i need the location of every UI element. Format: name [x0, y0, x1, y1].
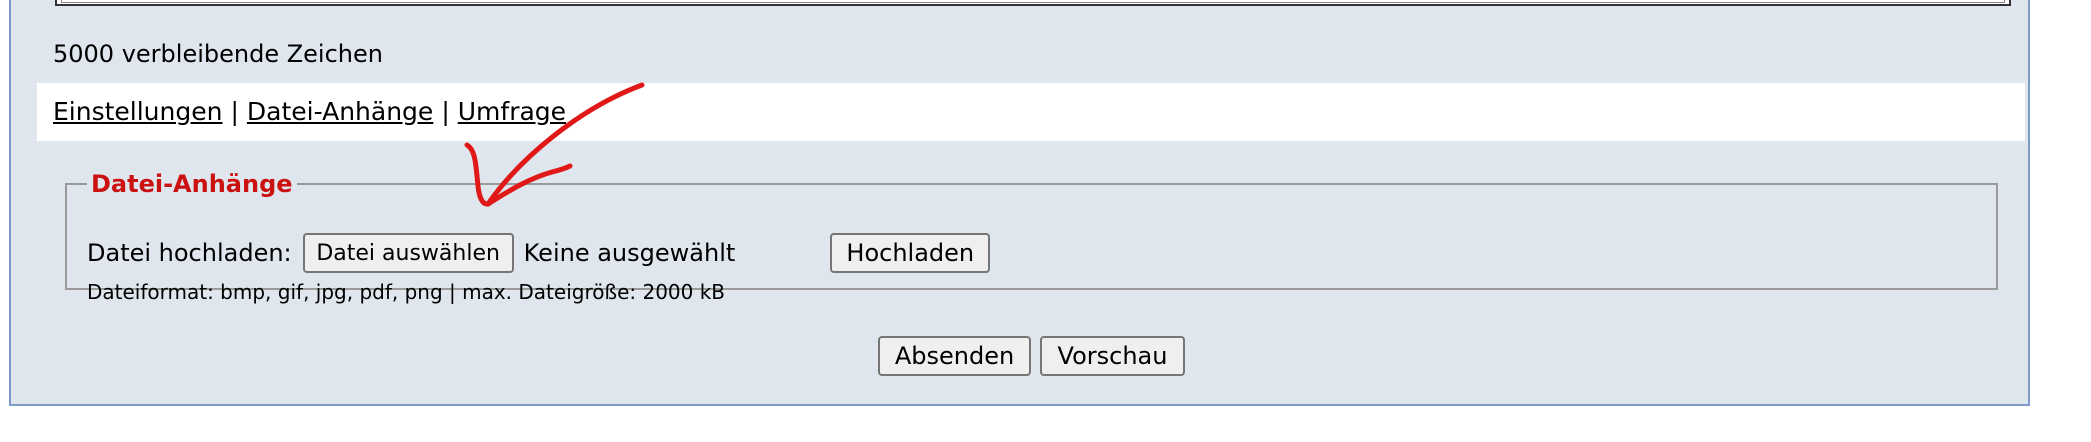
tab-einstellungen[interactable]: Einstellungen	[53, 97, 222, 126]
remaining-chars-counter: 5000 verbleibende Zeichen	[53, 40, 383, 68]
choose-file-button[interactable]: Datei auswählen	[302, 233, 514, 273]
attachments-fieldset: Datei-Anhänge Datei hochladen: Datei aus…	[65, 170, 1998, 304]
submit-button[interactable]: Absenden	[878, 336, 1031, 376]
message-textarea[interactable]	[55, 0, 2011, 6]
preview-button[interactable]: Vorschau	[1040, 336, 1185, 376]
form-tabs: Einstellungen | Datei-Anhänge | Umfrage	[37, 83, 2025, 141]
post-form-panel: 5000 verbleibende Zeichen Einstellungen |…	[9, 0, 2030, 406]
file-format-hint: Dateiformat: bmp, gif, jpg, pdf, png | m…	[87, 280, 726, 304]
attachments-legend: Datei-Anhänge	[91, 170, 293, 198]
tab-separator: |	[230, 97, 239, 126]
upload-label: Datei hochladen:	[87, 239, 292, 267]
no-file-selected-text: Keine ausgewählt	[523, 239, 736, 267]
tab-umfrage[interactable]: Umfrage	[458, 97, 566, 126]
upload-button[interactable]: Hochladen	[830, 233, 991, 273]
tab-datei-anhaenge[interactable]: Datei-Anhänge	[247, 97, 433, 126]
tab-separator: |	[441, 97, 450, 126]
upload-row: Datei hochladen: Datei auswählen Keine a…	[87, 233, 991, 273]
